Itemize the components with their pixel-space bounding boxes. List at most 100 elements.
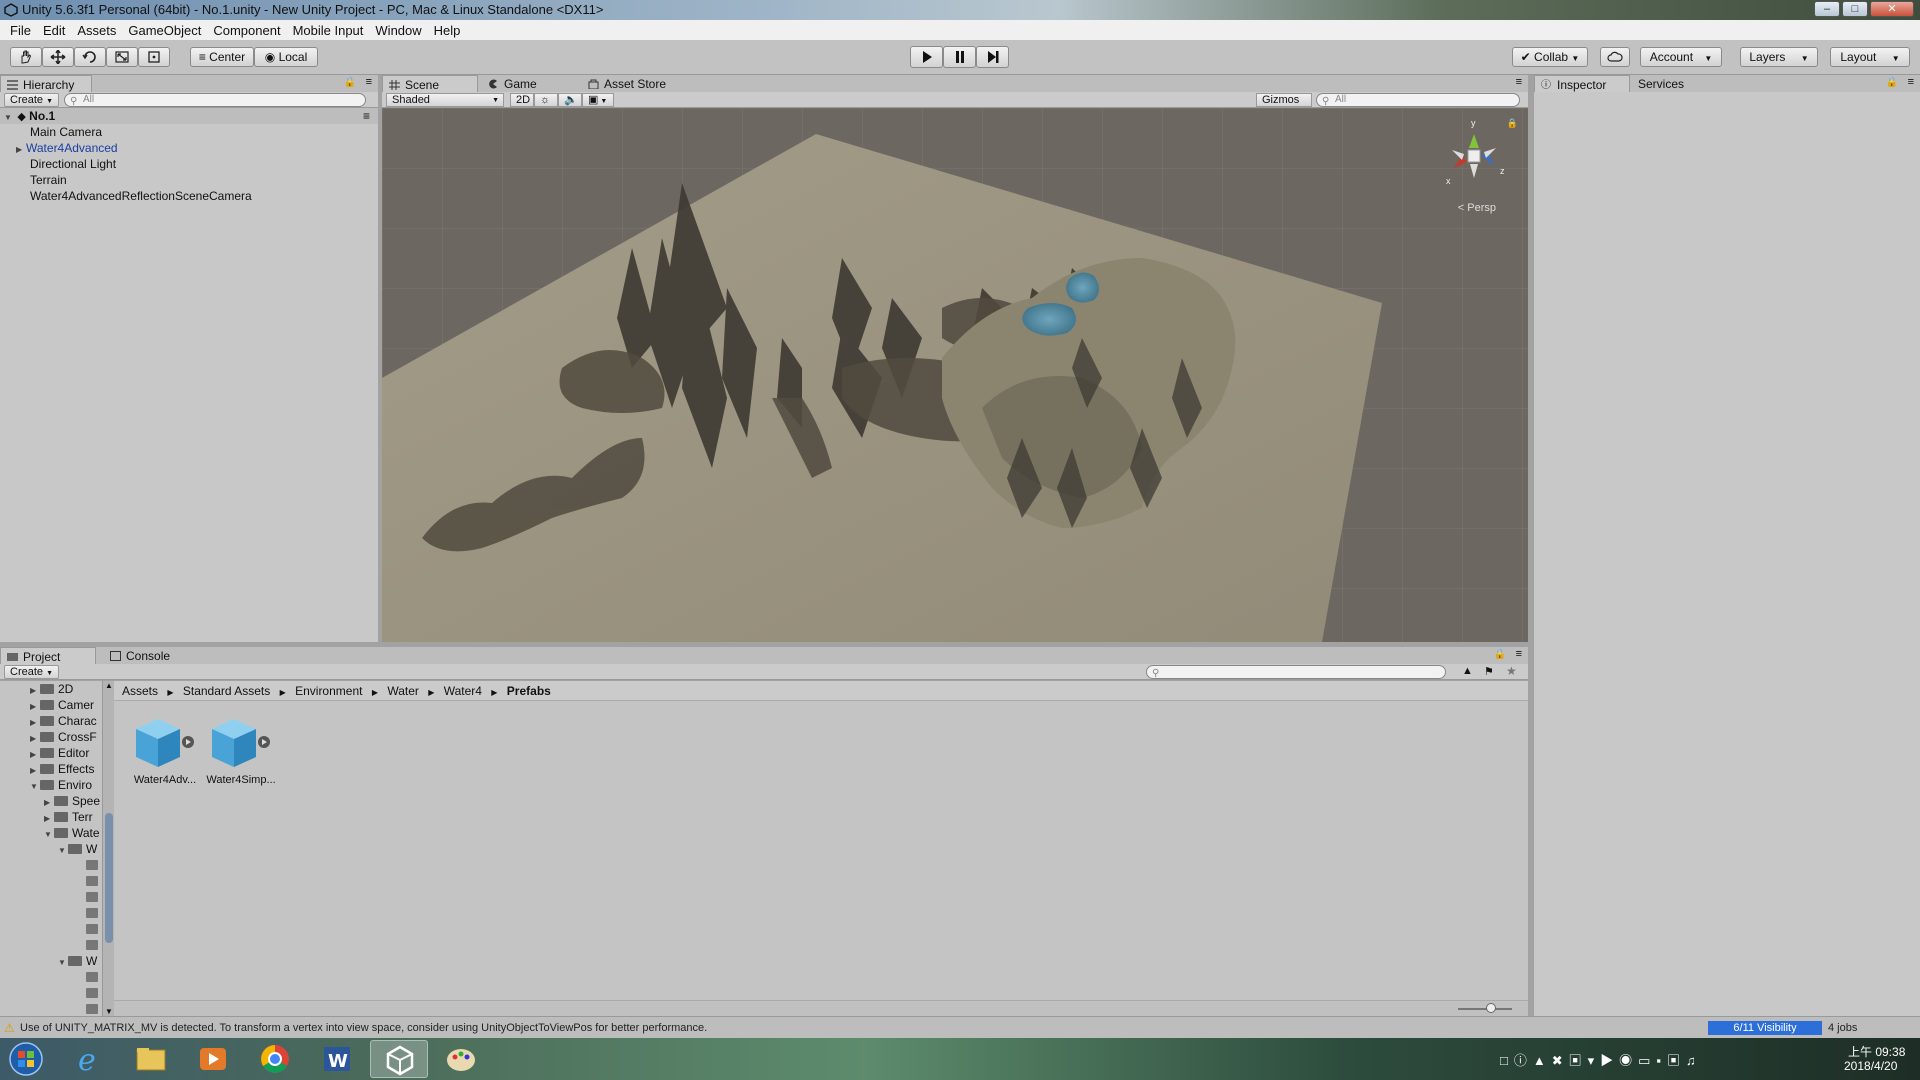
projection-toggle[interactable]: < Persp — [1458, 202, 1496, 214]
tree-item[interactable]: ▶ Terr — [44, 809, 93, 825]
tree-item[interactable]: ▼ Enviro — [30, 777, 92, 793]
menu-edit[interactable]: Edit — [37, 23, 71, 38]
scroll-up-icon[interactable]: ▲ — [105, 681, 113, 690]
tree-item[interactable]: ▶ Effects — [30, 761, 94, 777]
cloud-button[interactable] — [1600, 47, 1630, 67]
status-message[interactable]: Use of UNITY_MATRIX_MV is detected. To t… — [20, 1017, 707, 1039]
tree-item[interactable] — [86, 937, 102, 953]
breadcrumb-item[interactable]: Water — [387, 684, 419, 698]
hierarchy-search-input[interactable]: ⚲ All — [64, 93, 366, 107]
maximize-icon[interactable]: □ — [1842, 1, 1868, 17]
scene-search-input[interactable]: ⚲ All — [1316, 93, 1520, 107]
effects-dropdown[interactable]: ▣ ▼ — [582, 93, 614, 107]
tree-item[interactable] — [86, 857, 102, 873]
tree-item[interactable] — [86, 921, 102, 937]
pivot-center-button[interactable]: ≡ Center — [190, 47, 254, 67]
rotate-tool-button[interactable] — [74, 47, 106, 67]
layers-dropdown[interactable]: Layers ▼ — [1740, 47, 1818, 67]
breadcrumb-item[interactable]: Environment — [295, 684, 362, 698]
scale-tool-button[interactable] — [106, 47, 138, 67]
scene-orientation-gizmo[interactable]: y x z 🔒 — [1434, 116, 1518, 196]
tab-services[interactable]: Services — [1634, 75, 1714, 93]
asset-item[interactable]: Water4Adv... — [128, 715, 202, 786]
menu-component[interactable]: Component — [207, 23, 286, 38]
tree-scrollbar[interactable]: ▲ ▼ — [102, 681, 114, 1016]
tree-item[interactable]: ▶ Editor — [30, 745, 89, 761]
tree-item[interactable]: ▼ W — [58, 841, 97, 857]
scene-menu-icon[interactable]: ≡ — [363, 108, 370, 124]
move-tool-button[interactable] — [42, 47, 74, 67]
project-create-button[interactable]: Create ▼ — [4, 665, 60, 679]
menu-window[interactable]: Window — [369, 23, 427, 38]
tab-game[interactable]: Game — [482, 75, 562, 93]
tree-item[interactable] — [86, 905, 102, 921]
taskbar-app-media[interactable] — [184, 1040, 242, 1078]
account-dropdown[interactable]: Account ▼ — [1640, 47, 1722, 67]
collab-button[interactable]: ✔ Collab ▼ — [1512, 47, 1588, 67]
play-button[interactable] — [910, 46, 943, 68]
scroll-down-icon[interactable]: ▼ — [105, 1007, 113, 1016]
tab-project[interactable]: Project — [0, 647, 96, 665]
taskbar-app-explorer[interactable] — [122, 1040, 180, 1078]
tree-item[interactable] — [86, 985, 102, 1001]
tray-icons[interactable]: □ⓘ▲✖▣▾▶◉▭▪▣♫ — [1500, 1050, 1702, 1069]
taskbar-app-ie[interactable]: e — [60, 1040, 118, 1078]
hierarchy-item-terrain[interactable]: Terrain — [30, 172, 67, 188]
windows-start-button[interactable] — [0, 1040, 52, 1078]
tree-item[interactable]: ▶ Spee — [44, 793, 100, 809]
hierarchy-item-reflection-camera[interactable]: Water4AdvancedReflectionSceneCamera — [30, 188, 252, 204]
hand-tool-button[interactable] — [10, 47, 42, 67]
tree-item[interactable]: ▶ Camer — [30, 697, 94, 713]
tab-console[interactable]: Console — [104, 647, 184, 665]
clock-date[interactable]: 2018/4/20 — [1844, 1059, 1897, 1073]
breadcrumb-item[interactable]: Water4 — [444, 684, 482, 698]
tree-item[interactable]: ▼ Wate — [44, 825, 100, 841]
tree-item[interactable] — [86, 1001, 102, 1016]
clock-time[interactable]: 上午 09:38 — [1848, 1043, 1905, 1060]
tree-item[interactable] — [86, 969, 102, 985]
hierarchy-item-water4advanced[interactable]: ▶ Water4Advanced — [16, 140, 118, 156]
rect-tool-button[interactable] — [138, 47, 170, 67]
panel-menu-icon[interactable]: ≡ — [1908, 76, 1914, 88]
tree-item[interactable]: ▶ CrossF — [30, 729, 97, 745]
lock-icon[interactable]: 🔒 — [1494, 649, 1506, 660]
asset-item[interactable]: Water4Simp... — [204, 715, 278, 786]
menu-mobile-input[interactable]: Mobile Input — [287, 23, 370, 38]
filter-by-label-icon[interactable]: ⚑ — [1484, 665, 1494, 678]
breadcrumb-current[interactable]: Prefabs — [507, 684, 551, 698]
hierarchy-create-button[interactable]: Create ▼ — [4, 93, 60, 107]
hierarchy-item-directional-light[interactable]: Directional Light — [30, 156, 116, 172]
menu-gameobject[interactable]: GameObject — [122, 23, 207, 38]
lock-icon[interactable]: 🔒 — [1886, 77, 1898, 88]
close-icon[interactable]: ✕ — [1870, 1, 1914, 17]
tab-scene[interactable]: Scene — [382, 75, 478, 93]
expand-arrow-icon[interactable]: ▼ — [4, 110, 14, 126]
toggle-2d-button[interactable]: 2D — [510, 93, 534, 107]
lock-icon[interactable]: 🔒 — [344, 77, 356, 88]
pivot-local-button[interactable]: ◉ Local — [254, 47, 318, 67]
taskbar-app-word[interactable]: W — [308, 1040, 366, 1078]
taskbar-app-unity[interactable] — [370, 1040, 428, 1078]
tree-item[interactable]: ▼ W — [58, 953, 97, 969]
layout-dropdown[interactable]: Layout ▼ — [1830, 47, 1910, 67]
scene-viewport[interactable]: y x z 🔒 < Persp — [382, 108, 1528, 642]
panel-menu-icon[interactable]: ≡ — [1516, 76, 1522, 88]
breadcrumb-item[interactable]: Assets — [122, 684, 158, 698]
panel-menu-icon[interactable]: ≡ — [366, 76, 372, 88]
gizmo-lock-icon[interactable]: 🔒 — [1507, 118, 1518, 129]
tab-inspector[interactable]: ⓘ Inspector — [1534, 75, 1630, 93]
favorite-star-icon[interactable]: ★ — [1506, 664, 1517, 678]
tab-hierarchy[interactable]: Hierarchy — [0, 75, 92, 93]
minimize-icon[interactable]: – — [1814, 1, 1840, 17]
expand-arrow-icon[interactable]: ▶ — [16, 142, 26, 158]
shading-mode-dropdown[interactable]: Shaded ▼ — [386, 93, 504, 107]
pause-button[interactable] — [943, 46, 976, 68]
filter-by-type-icon[interactable]: ▲ — [1462, 665, 1473, 677]
hierarchy-item-main-camera[interactable]: Main Camera — [30, 124, 102, 140]
scene-root-row[interactable]: ▼ ◆ No.1 ≡ — [0, 108, 378, 124]
scroll-thumb[interactable] — [105, 813, 113, 943]
panel-menu-icon[interactable]: ≡ — [1516, 648, 1522, 660]
tree-item[interactable] — [86, 889, 102, 905]
menu-file[interactable]: File — [4, 23, 37, 38]
tree-item[interactable]: ▶ 2D — [30, 681, 73, 697]
